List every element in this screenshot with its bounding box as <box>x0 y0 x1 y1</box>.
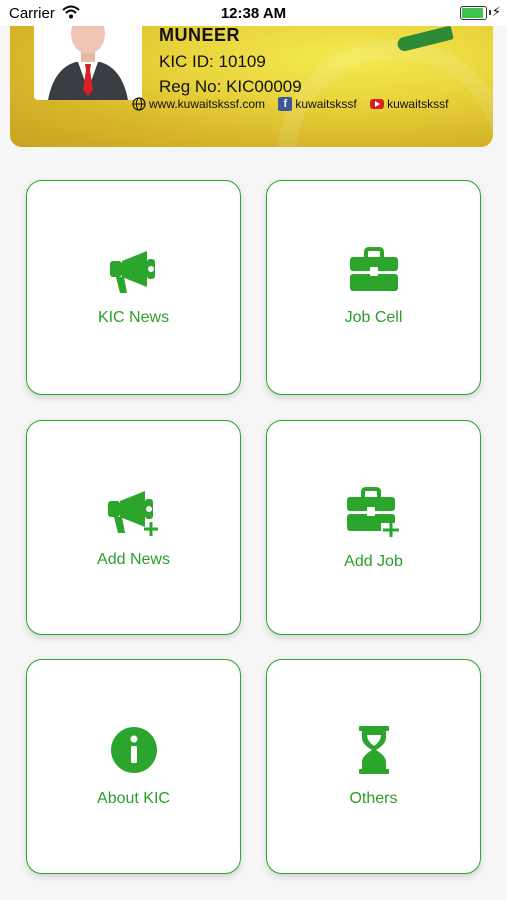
status-bar: Carrier 12:38 AM ⚡ <box>0 0 507 26</box>
status-time: 12:38 AM <box>220 5 287 22</box>
kic-news-label: KIC News <box>97 309 170 326</box>
about-kic-tile[interactable]: About KIC <box>26 659 241 874</box>
facebook-icon: f <box>278 96 293 111</box>
youtube-icon <box>370 98 385 109</box>
add-news-label: Add News <box>97 551 170 568</box>
info-icon <box>110 727 157 773</box>
megaphone-icon <box>109 251 155 293</box>
others-tile[interactable]: Others <box>266 659 481 874</box>
facebook-link[interactable]: kuwaitskssf <box>295 97 356 111</box>
add-job-label: Add Job <box>344 553 403 570</box>
about-kic-label: About KIC <box>97 790 170 807</box>
battery-cap <box>489 10 491 15</box>
member-id-card: MUNEER KIC ID: 10109 Reg No: KIC00009 ww… <box>10 20 493 147</box>
kic-news-tile[interactable]: KIC News <box>26 180 241 395</box>
card-pattern <box>277 40 493 147</box>
member-photo <box>34 20 142 100</box>
youtube-link[interactable]: kuwaitskssf <box>387 97 448 111</box>
job-cell-tile[interactable]: Job Cell <box>266 180 481 395</box>
member-reg-no: Reg No: KIC00009 <box>159 77 302 96</box>
avatar-icon <box>34 20 142 100</box>
member-kic-id: KIC ID: 10109 <box>159 52 266 71</box>
charging-icon: ⚡ <box>491 4 501 19</box>
hourglass-icon <box>358 726 389 774</box>
others-label: Others <box>349 790 398 807</box>
website-link[interactable]: www.kuwaitskssf.com <box>149 97 265 111</box>
briefcase-icon <box>349 247 398 291</box>
member-name: MUNEER <box>159 25 241 45</box>
globe-icon <box>132 97 146 111</box>
battery-icon <box>460 6 487 20</box>
add-news-tile[interactable]: Add News <box>26 420 241 635</box>
briefcase-add-icon <box>346 487 401 537</box>
social-links: www.kuwaitskssf.com f kuwaitskssf kuwaits… <box>132 96 448 111</box>
add-job-tile[interactable]: Add Job <box>266 420 481 635</box>
job-cell-label: Job Cell <box>344 309 403 326</box>
megaphone-add-icon <box>107 491 159 537</box>
